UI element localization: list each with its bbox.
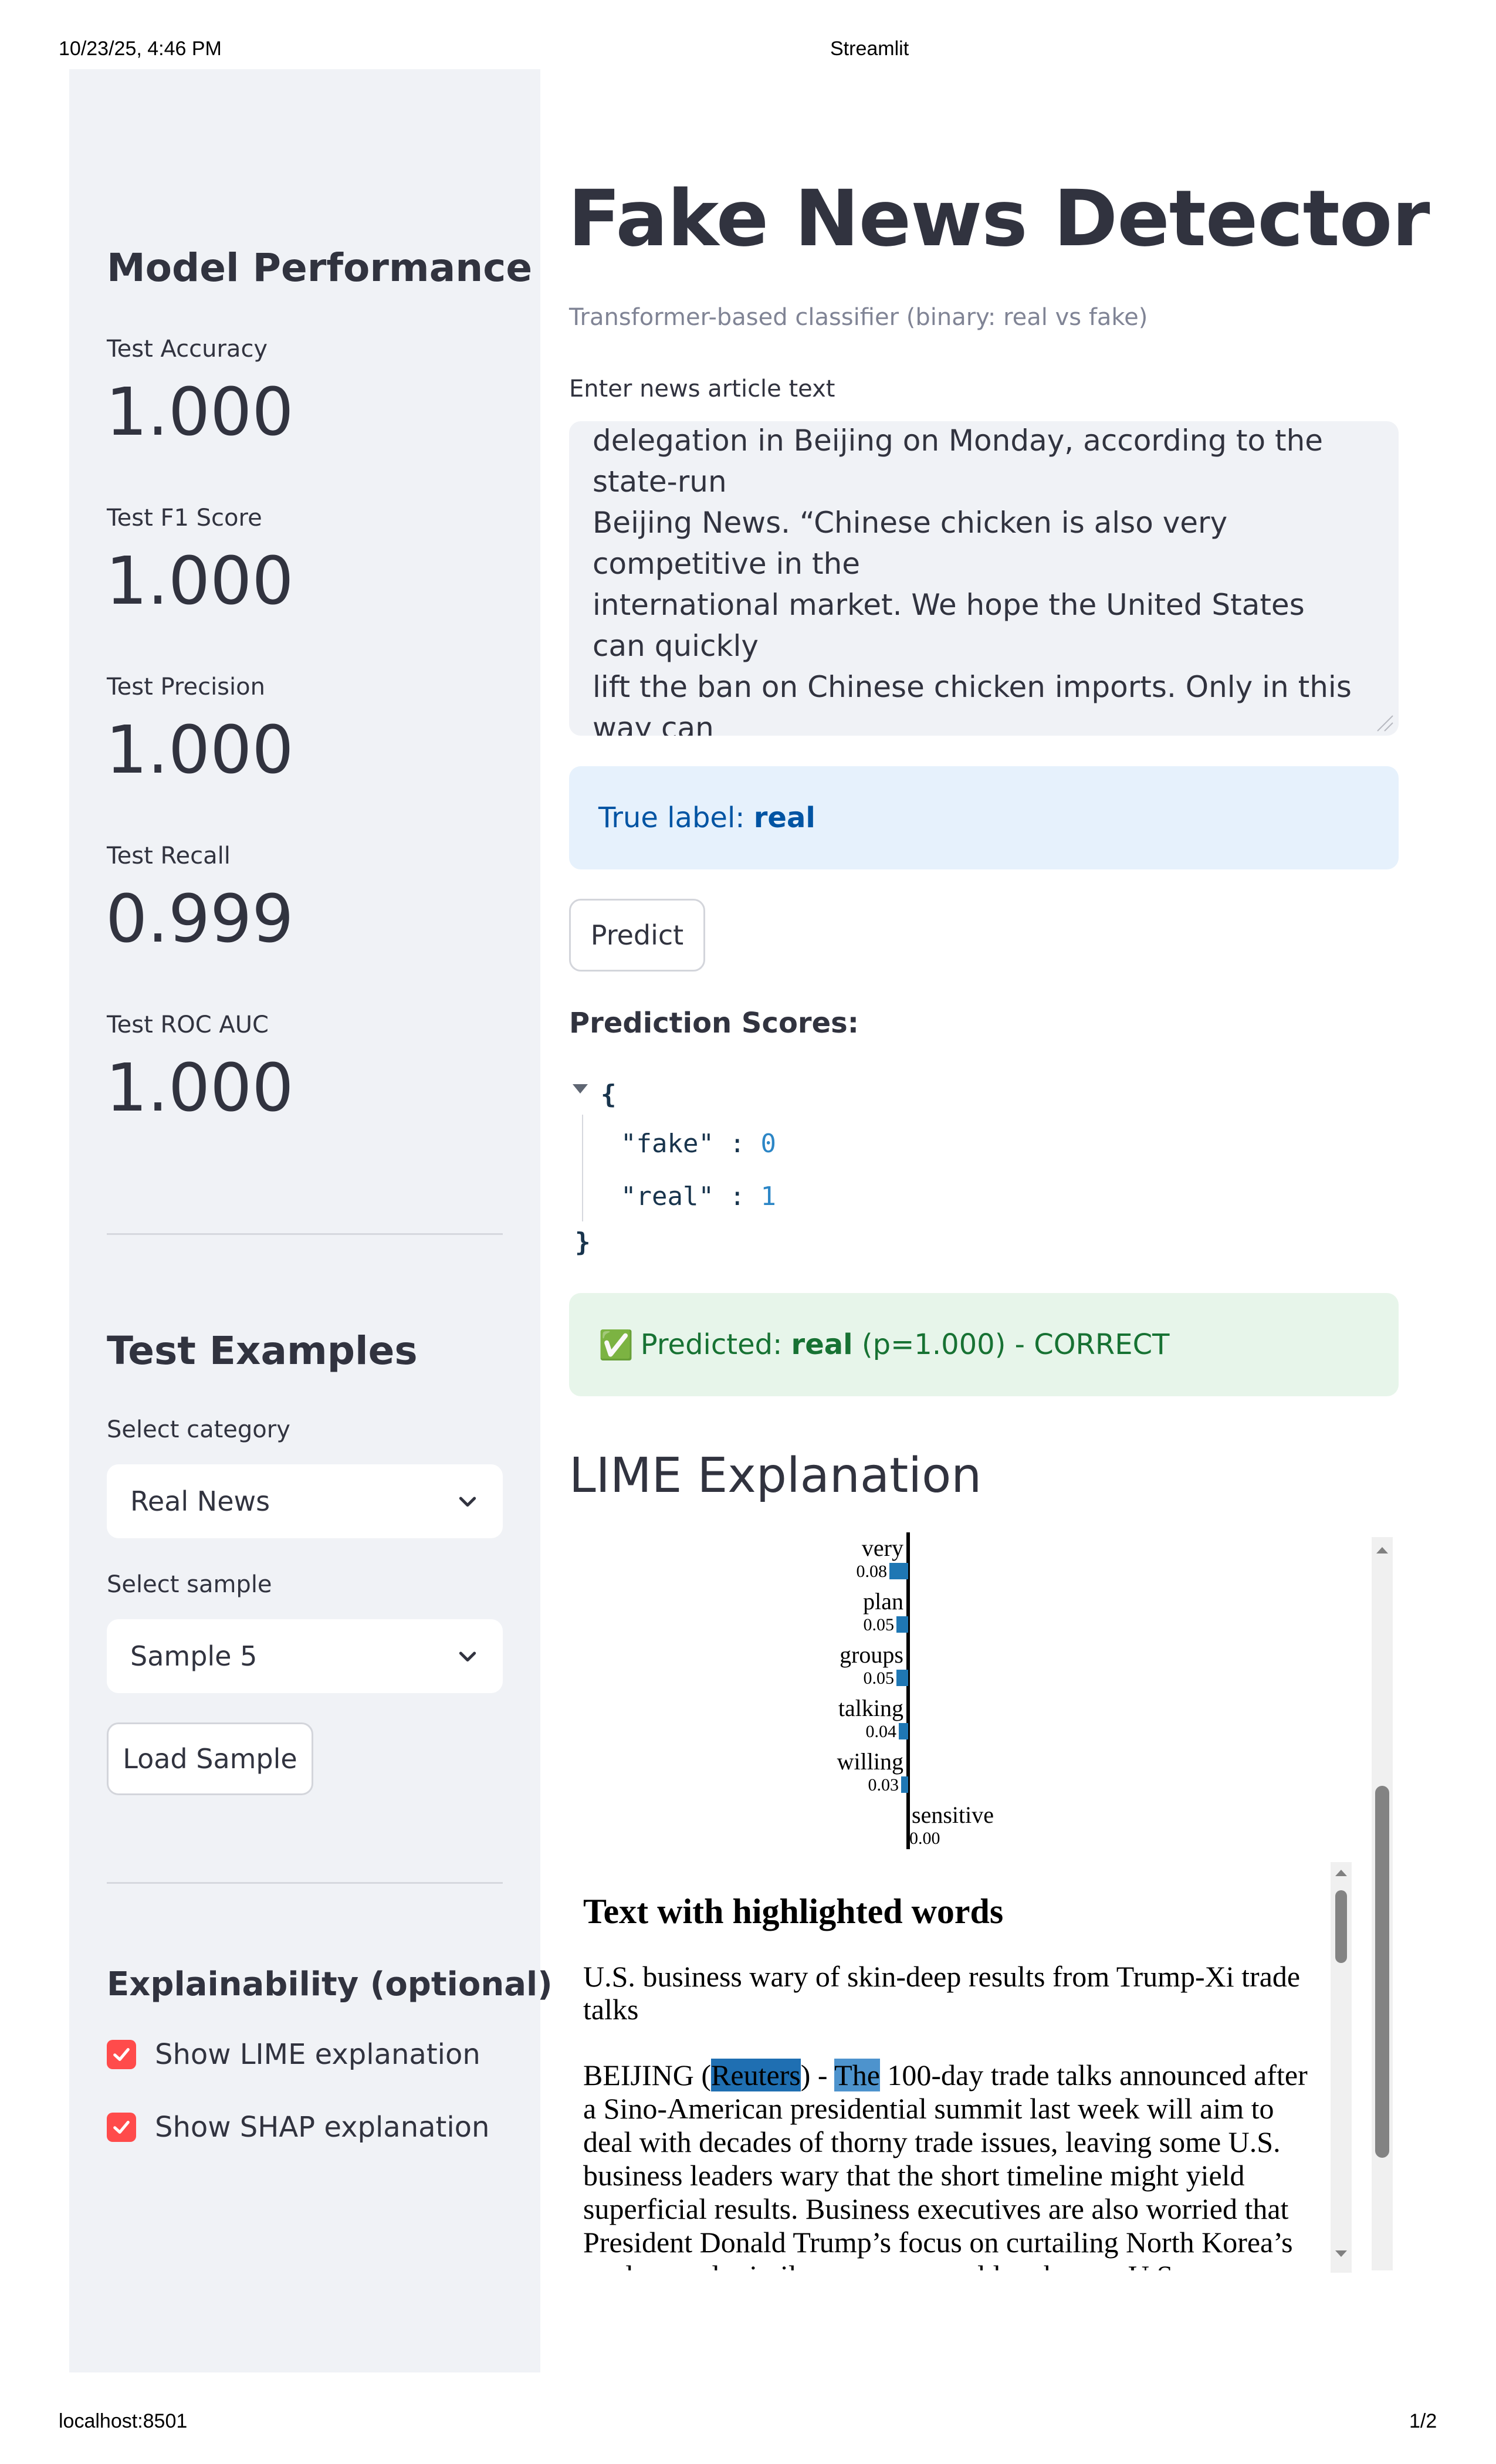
lime-value-label: 0.05 (864, 1615, 895, 1634)
select-sample-label: Select sample (107, 1571, 272, 1598)
lime-feature-label: talking (838, 1695, 903, 1721)
test-examples-heading: Test Examples (107, 1328, 418, 1373)
print-url: localhost:8501 (59, 2410, 188, 2432)
inner-scrollbar-thumb[interactable] (1335, 1890, 1347, 1963)
scroll-down-arrow-icon[interactable] (1334, 2249, 1348, 2259)
metric-label-roc-auc: Test ROC AUC (107, 1011, 269, 1038)
scroll-up-arrow-icon[interactable] (1375, 1545, 1389, 1555)
lime-feature-label: sensitive (912, 1802, 994, 1828)
category-select[interactable]: Real News (107, 1464, 503, 1538)
highlight-body-start: BEIJING ( (583, 2059, 712, 2091)
prediction-value: real (791, 1328, 853, 1361)
outer-scrollbar-thumb[interactable] (1375, 1786, 1389, 2158)
article-textarea[interactable]: delegation in Beijing on Monday, accordi… (569, 421, 1399, 736)
lime-checkbox-row[interactable]: Show LIME explanation (107, 2038, 480, 2071)
predict-button[interactable]: Predict (569, 899, 705, 972)
sidebar-divider (107, 1233, 503, 1235)
json-guide-line (582, 1115, 583, 1221)
highlighted-word: Reuters (711, 2059, 801, 2091)
print-datetime: 10/23/25, 4:46 PM (59, 38, 222, 60)
page-caption: Transformer-based classifier (binary: re… (569, 304, 1148, 331)
sample-select-value: Sample 5 (130, 1640, 258, 1672)
json-value-real: 1 (760, 1182, 776, 1211)
lime-bar (896, 1670, 908, 1686)
lime-heading: LIME Explanation (569, 1448, 982, 1504)
prediction-scores-heading: Prediction Scores: (569, 1007, 859, 1040)
metric-value-roc-auc: 1.000 (106, 1050, 294, 1126)
model-performance-heading: Model Performance (107, 245, 533, 290)
lime-value-label: 0.00 (909, 1829, 940, 1848)
prediction-prefix: Predicted: (640, 1328, 791, 1361)
scroll-up-arrow-icon[interactable] (1334, 1868, 1348, 1877)
lime-feature-label: plan (863, 1588, 903, 1615)
shap-checkbox-label: Show SHAP explanation (155, 2111, 490, 2144)
highlighted-text-frame: Text with highlighted words U.S. busines… (583, 1860, 1322, 2270)
page-title: Fake News Detector (568, 174, 1430, 264)
prediction-success-box: ✅ Predicted: real (p=1.000) - CORRECT (569, 1293, 1399, 1396)
chevron-down-icon (459, 1497, 476, 1507)
metric-label-f1: Test F1 Score (107, 505, 262, 532)
print-title: Streamlit (830, 38, 909, 60)
lime-bar (901, 1776, 908, 1793)
metric-value-recall: 0.999 (106, 881, 294, 957)
lime-value-label: 0.05 (864, 1668, 895, 1688)
checkbox-checked-icon[interactable] (107, 2113, 136, 2142)
lime-bar-chart: very0.08plan0.05groups0.05talking0.04wil… (837, 1532, 994, 1849)
json-close-brace: } (575, 1227, 591, 1257)
prediction-suffix: (p=1.000) - CORRECT (852, 1328, 1170, 1361)
metric-value-f1: 1.000 (106, 543, 294, 620)
json-open-brace: { (601, 1079, 617, 1109)
print-page-number: 1/2 (1409, 2410, 1437, 2432)
check-mark-icon: ✅ (598, 1328, 634, 1362)
highlight-heading: Text with highlighted words (583, 1892, 1004, 1931)
highlighted-word: The (834, 2059, 880, 2091)
lime-bar (896, 1616, 908, 1633)
sample-select[interactable]: Sample 5 (107, 1619, 503, 1693)
metric-label-accuracy: Test Accuracy (107, 336, 268, 363)
resize-handle-icon[interactable] (1375, 713, 1394, 732)
explainability-heading: Explainability (optional) (107, 1965, 553, 2003)
lime-value-label: 0.04 (866, 1722, 897, 1741)
metric-value-precision: 1.000 (106, 712, 294, 788)
article-input-label: Enter news article text (569, 375, 835, 402)
metric-label-precision: Test Precision (107, 673, 265, 700)
lime-checkbox-label: Show LIME explanation (155, 2038, 480, 2071)
category-select-value: Real News (130, 1485, 270, 1517)
chevron-down-icon (459, 1651, 476, 1662)
json-row-real: "real" : 1 (621, 1182, 776, 1211)
true-label-value: real (753, 801, 815, 834)
lime-feature-label: groups (840, 1641, 903, 1668)
highlight-article-title: U.S. business wary of skin-deep results … (583, 1960, 1301, 2026)
lime-feature-label: very (862, 1535, 903, 1561)
lime-value-label: 0.03 (868, 1775, 899, 1795)
checkbox-checked-icon[interactable] (107, 2040, 136, 2069)
lime-value-label: 0.08 (857, 1562, 888, 1581)
article-text[interactable]: delegation in Beijing on Monday, accordi… (593, 421, 1352, 736)
lime-bar (899, 1723, 908, 1739)
sidebar-divider (107, 1882, 503, 1884)
highlight-article-body: BEIJING (Reuters) - The 100-day trade ta… (583, 2059, 1322, 2270)
lime-bar (889, 1563, 908, 1579)
true-label-prefix: True label: (598, 801, 754, 834)
collapse-triangle-icon[interactable] (571, 1083, 589, 1096)
shap-checkbox-row[interactable]: Show SHAP explanation (107, 2111, 489, 2144)
true-label-info: True label: real (569, 766, 1399, 869)
metric-label-recall: Test Recall (107, 842, 231, 869)
json-value-fake: 0 (760, 1129, 776, 1159)
highlight-body-mid: ) - (800, 2059, 835, 2091)
lime-feature-label: willing (837, 1748, 903, 1775)
metric-value-accuracy: 1.000 (106, 374, 294, 451)
select-category-label: Select category (107, 1416, 290, 1443)
json-key-fake: fake (636, 1129, 699, 1159)
json-row-fake: "fake" : 0 (621, 1129, 776, 1159)
load-sample-button[interactable]: Load Sample (107, 1722, 313, 1795)
json-key-real: real (636, 1182, 699, 1211)
